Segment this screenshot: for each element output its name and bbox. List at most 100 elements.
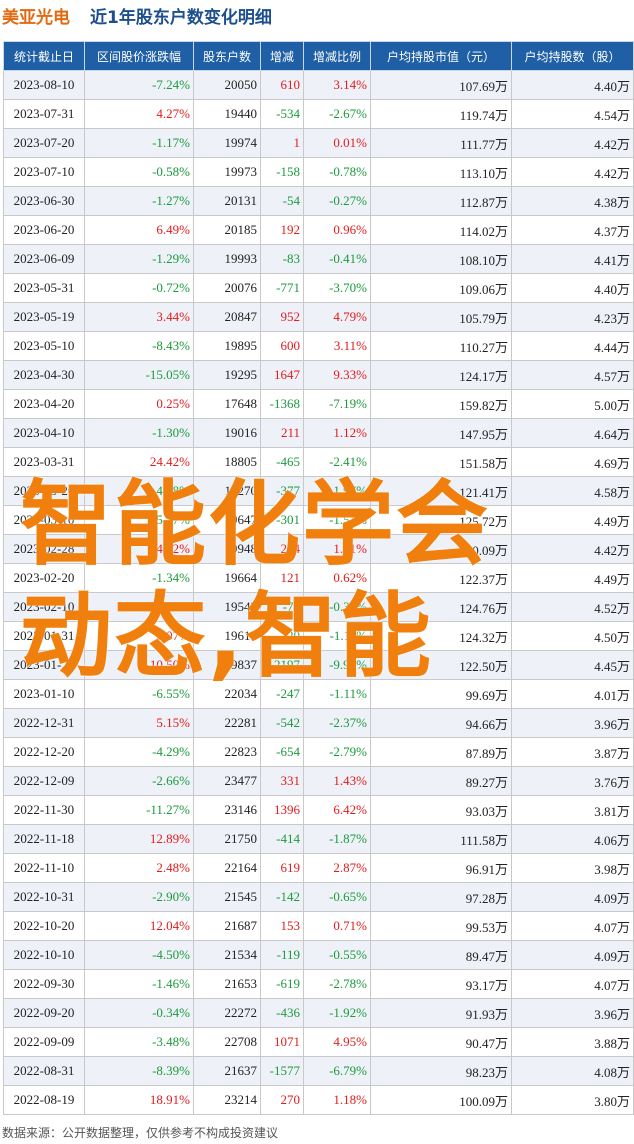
table-cell: -8.43% bbox=[84, 331, 194, 361]
table-cell: 4.50万 bbox=[511, 621, 634, 651]
table-cell: -0.34% bbox=[84, 998, 194, 1028]
table-cell: 4.42万 bbox=[511, 534, 634, 564]
table-cell: 122.37万 bbox=[370, 563, 512, 593]
table-cell: 4.57万 bbox=[511, 360, 634, 390]
table-cell: 108.10万 bbox=[370, 244, 512, 274]
table-cell: -771 bbox=[260, 273, 304, 303]
table-cell: 3.81万 bbox=[511, 795, 634, 825]
table-cell: -1368 bbox=[260, 389, 304, 419]
table-cell: 19895 bbox=[193, 331, 261, 361]
table-cell: 4.09万 bbox=[511, 940, 634, 970]
table-cell: 21653 bbox=[193, 969, 261, 999]
table-cell: 4.79% bbox=[303, 302, 371, 332]
table-cell: 22272 bbox=[193, 998, 261, 1028]
table-cell: 19647 bbox=[193, 505, 261, 535]
table-row: 2022-08-19 18.91% 23214 270 1.18% 100.09万 3.80… bbox=[3, 1085, 634, 1115]
table-cell: 23477 bbox=[193, 766, 261, 796]
column-header[interactable]: 股东户数 bbox=[193, 41, 261, 71]
table-cell: 19016 bbox=[193, 418, 261, 448]
table-cell: 2023-08-10 bbox=[3, 70, 85, 100]
table-cell: 21687 bbox=[193, 911, 261, 941]
table-cell: -0.27% bbox=[303, 186, 371, 216]
table-cell: 4.08万 bbox=[511, 1056, 634, 1086]
table-cell: 0.00% bbox=[84, 592, 194, 622]
table-cell: 10.50% bbox=[84, 650, 194, 680]
table-cell: -1.30% bbox=[84, 418, 194, 448]
table-cell: 99.53万 bbox=[370, 911, 512, 941]
table-cell: -414 bbox=[260, 824, 304, 854]
table-cell: 1.81% bbox=[303, 534, 371, 564]
table-row: 2022-08-31 -8.39% 21637 -1577 -6.79% 98.23万 4.… bbox=[3, 1056, 634, 1086]
table-cell: 3.11% bbox=[303, 331, 371, 361]
table-cell: -1.17% bbox=[84, 128, 194, 158]
table-cell: 124.76万 bbox=[370, 592, 512, 622]
table-row: 2023-05-31 -0.72% 20076 -771 -3.70% 109.06万 4.… bbox=[3, 273, 634, 303]
table-cell: 98.23万 bbox=[370, 1056, 512, 1086]
table-cell: 1071 bbox=[260, 1027, 304, 1057]
table-cell: -1.11% bbox=[303, 679, 371, 709]
table-cell: -142 bbox=[260, 882, 304, 912]
table-row: 2022-09-09 -3.48% 22708 1071 4.95% 90.47万 3.88… bbox=[3, 1027, 634, 1057]
table-cell: 4.27% bbox=[84, 99, 194, 129]
table-cell: 2023-05-31 bbox=[3, 273, 85, 303]
table-cell: 4.41万 bbox=[511, 244, 634, 274]
table-cell: 20131 bbox=[193, 186, 261, 216]
table-cell: 0.96% bbox=[303, 215, 371, 245]
table-cell: 4.07万 bbox=[511, 911, 634, 941]
table-cell: 97.28万 bbox=[370, 882, 512, 912]
table-body: 2023-08-10 -7.24% 20050 610 3.14% 107.69万 4.40… bbox=[3, 70, 634, 1115]
table-cell: 105.79万 bbox=[370, 302, 512, 332]
title-bar: 美亚光电 近1年股东户数变化明细 bbox=[0, 0, 634, 30]
table-cell: 2022-11-18 bbox=[3, 824, 85, 854]
table-cell: 100.09万 bbox=[370, 1085, 512, 1115]
table-cell: -1.87% bbox=[303, 824, 371, 854]
column-header[interactable]: 统计截止日 bbox=[3, 41, 85, 71]
table-cell: 600 bbox=[260, 331, 304, 361]
company-name[interactable]: 美亚光电 bbox=[2, 3, 70, 28]
table-cell: -301 bbox=[260, 505, 304, 535]
table-cell: -8.39% bbox=[84, 1056, 194, 1086]
table-cell: -15.05% bbox=[84, 360, 194, 390]
table-cell: 99.69万 bbox=[370, 679, 512, 709]
table-cell: 20050 bbox=[193, 70, 261, 100]
table-row: 2023-01-10 -6.55% 22034 -247 -1.11% 99.69万 4.0… bbox=[3, 679, 634, 709]
table-cell: 114.02万 bbox=[370, 215, 512, 245]
table-cell: 89.27万 bbox=[370, 766, 512, 796]
table-cell: -1.27% bbox=[84, 186, 194, 216]
table-cell: -3.70% bbox=[303, 273, 371, 303]
data-source-note: 数据来源：公开数据整理，仅供参考不构成投资建议 bbox=[2, 1126, 279, 1140]
table-cell: 2023-03-20 bbox=[3, 476, 85, 506]
table-cell: -1.46% bbox=[84, 969, 194, 999]
table-cell: 2023-02-28 bbox=[3, 534, 85, 564]
table-cell: 1.12% bbox=[303, 418, 371, 448]
table-row: 2023-02-20 -1.34% 19664 121 0.62% 122.37万 4.49… bbox=[3, 563, 634, 593]
column-header[interactable]: 增减 bbox=[260, 41, 304, 71]
column-header[interactable]: 户均持股数（股） bbox=[511, 41, 634, 71]
table-cell: 4.52万 bbox=[511, 592, 634, 622]
table-cell: 2022-08-31 bbox=[3, 1056, 85, 1086]
table-row: 2023-07-31 4.27% 19440 -534 -2.67% 119.74万 4.5… bbox=[3, 99, 634, 129]
table-row: 2023-03-10 -5.37% 19647 -301 -1.51% 125.72万 4.… bbox=[3, 505, 634, 535]
table-cell: 2023-04-30 bbox=[3, 360, 85, 390]
column-header[interactable]: 增减比例 bbox=[303, 41, 371, 71]
table-cell: 21534 bbox=[193, 940, 261, 970]
table-cell: -465 bbox=[260, 447, 304, 477]
table-cell: -2.79% bbox=[303, 737, 371, 767]
table-row: 2023-06-30 -1.27% 20131 -54 -0.27% 112.87万 4.3… bbox=[3, 186, 634, 216]
table-cell: 23214 bbox=[193, 1085, 261, 1115]
table-cell: -7.24% bbox=[84, 70, 194, 100]
table-cell: 91.93万 bbox=[370, 998, 512, 1028]
column-header[interactable]: 区间股价涨跌幅 bbox=[84, 41, 194, 71]
table-cell: 1647 bbox=[260, 360, 304, 390]
table-cell: -9.97% bbox=[303, 650, 371, 680]
table-cell: -436 bbox=[260, 998, 304, 1028]
table-cell: 6.42% bbox=[303, 795, 371, 825]
table-cell: 4.95% bbox=[303, 1027, 371, 1057]
table-cell: 284 bbox=[260, 534, 304, 564]
table-cell: 90.47万 bbox=[370, 1027, 512, 1057]
column-header[interactable]: 户均持股市值（元） bbox=[370, 41, 512, 71]
table-cell: 2022-08-19 bbox=[3, 1085, 85, 1115]
table-row: 2022-11-18 12.89% 21750 -414 -1.87% 111.58万 4.… bbox=[3, 824, 634, 854]
table-cell: 21637 bbox=[193, 1056, 261, 1086]
table-cell: 22823 bbox=[193, 737, 261, 767]
